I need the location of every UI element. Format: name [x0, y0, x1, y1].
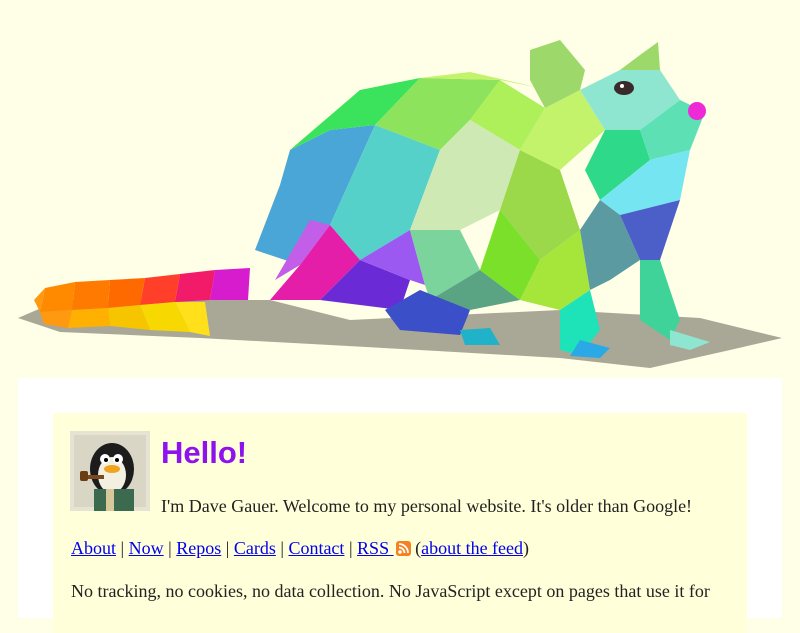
greeting-heading: Hello!	[161, 435, 248, 470]
hero-banner	[0, 0, 800, 380]
penguin-with-pipe-avatar	[70, 431, 150, 511]
nav-separator: |	[163, 538, 177, 558]
nav-separator: |	[221, 538, 234, 558]
nav-link-cards[interactable]: Cards	[234, 538, 276, 558]
nav-link-now[interactable]: Now	[129, 538, 164, 558]
privacy-notice: No tracking, no cookies, no data collect…	[71, 581, 710, 601]
nav-link-about[interactable]: About	[71, 538, 116, 558]
nav-link-rss[interactable]: RSS	[357, 538, 411, 558]
intro-text: I'm Dave Gauer. Welcome to my personal w…	[161, 496, 693, 516]
nav-link-contact[interactable]: Contact	[288, 538, 344, 558]
about-the-feed-link[interactable]: about the feed	[421, 538, 523, 558]
feed-close-paren: )	[523, 538, 530, 558]
content-panel: Hello! I'm Dave Gauer. Welcome to my per…	[18, 378, 782, 633]
rss-icon	[395, 538, 411, 562]
nav-separator: |	[344, 538, 358, 558]
nav-separator: |	[275, 538, 289, 558]
low-poly-rat-icon	[18, 40, 782, 368]
site-nav: About | Now | Repos | Cards | Contact | …	[71, 536, 529, 562]
feed-open-paren: (	[410, 538, 422, 558]
rss-label: RSS	[357, 538, 390, 558]
nav-link-repos[interactable]: Repos	[176, 538, 221, 558]
nav-separator: |	[116, 538, 129, 558]
intro-card: Hello! I'm Dave Gauer. Welcome to my per…	[53, 413, 747, 633]
